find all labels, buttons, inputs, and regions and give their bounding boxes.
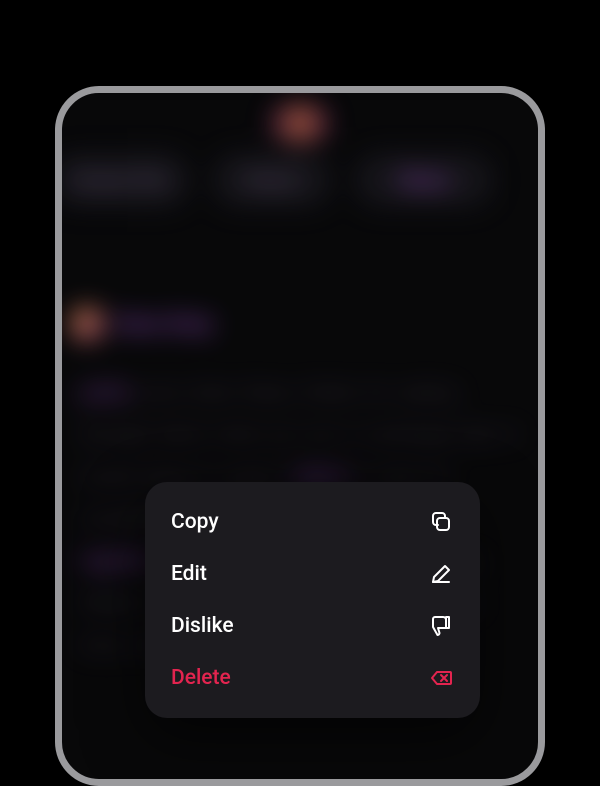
context-menu: Copy Edit Dislike Delete — [145, 482, 480, 718]
edit-icon — [428, 561, 454, 587]
device-frame: Scene File Reset Share Dara Grey petite … — [55, 86, 545, 786]
menu-item-edit[interactable]: Edit — [145, 548, 480, 600]
menu-item-copy[interactable]: Copy — [145, 496, 480, 548]
menu-item-delete[interactable]: Delete — [145, 652, 480, 704]
thumbs-down-icon — [428, 613, 454, 639]
menu-label: Edit — [171, 562, 207, 586]
menu-label: Copy — [171, 510, 219, 534]
menu-label: Dislike — [171, 614, 234, 638]
delete-icon — [428, 665, 454, 691]
copy-icon — [428, 509, 454, 535]
menu-label: Delete — [171, 666, 231, 690]
menu-item-dislike[interactable]: Dislike — [145, 600, 480, 652]
